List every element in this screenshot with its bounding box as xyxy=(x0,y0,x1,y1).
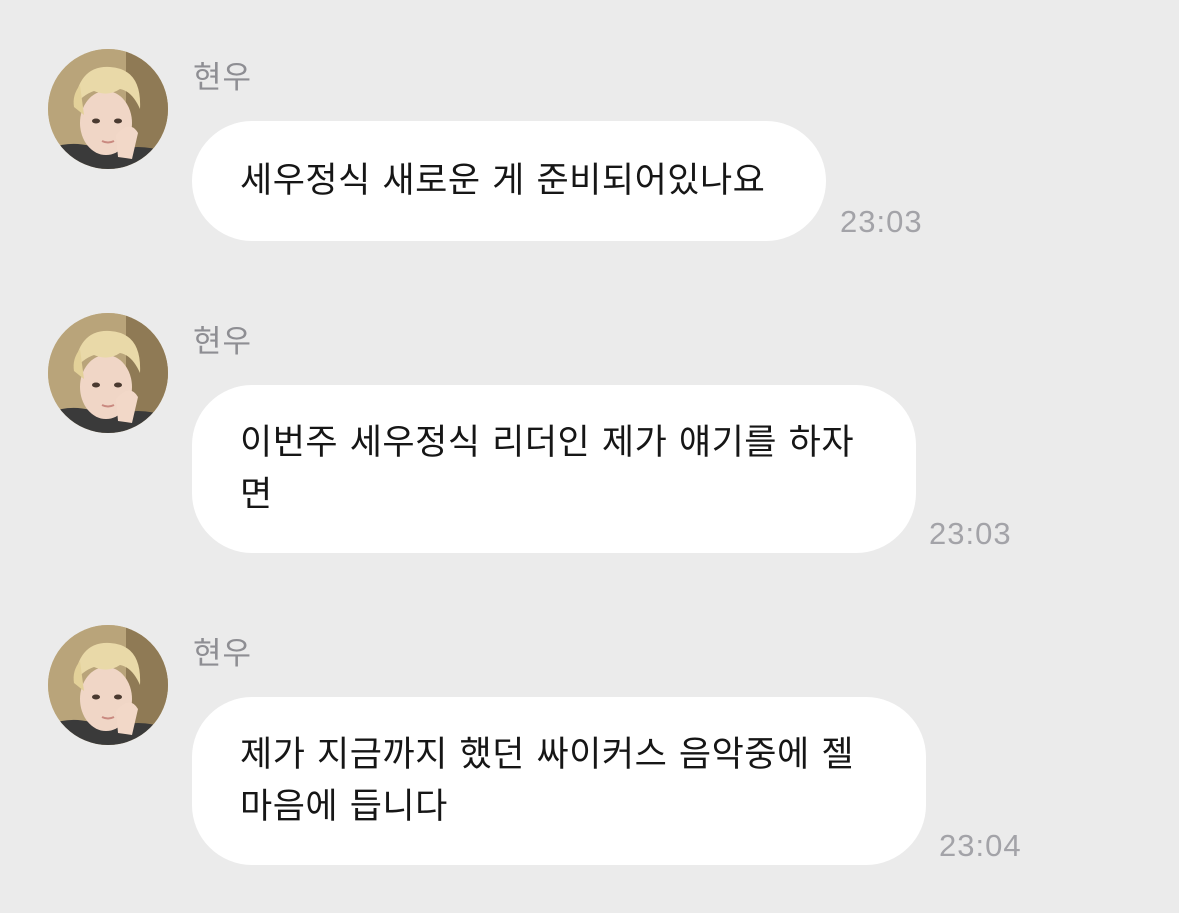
message-text-line: 마음에 듭니다 xyxy=(240,787,448,827)
message-text-line: 제가 지금까지 했던 싸이커스 음악중에 젤 xyxy=(240,735,855,775)
message-row: 현우 제가 지금까지 했던 싸이커스 음악중에 젤 마음에 듭니다 23:04 xyxy=(0,0,1179,913)
profile-photo-icon xyxy=(48,625,168,745)
message-bubble[interactable]: 제가 지금까지 했던 싸이커스 음악중에 젤 마음에 듭니다 xyxy=(192,697,926,865)
message-timestamp: 23:04 xyxy=(939,828,1022,863)
sender-avatar[interactable] xyxy=(48,625,168,745)
sender-name: 현우 xyxy=(193,636,253,672)
